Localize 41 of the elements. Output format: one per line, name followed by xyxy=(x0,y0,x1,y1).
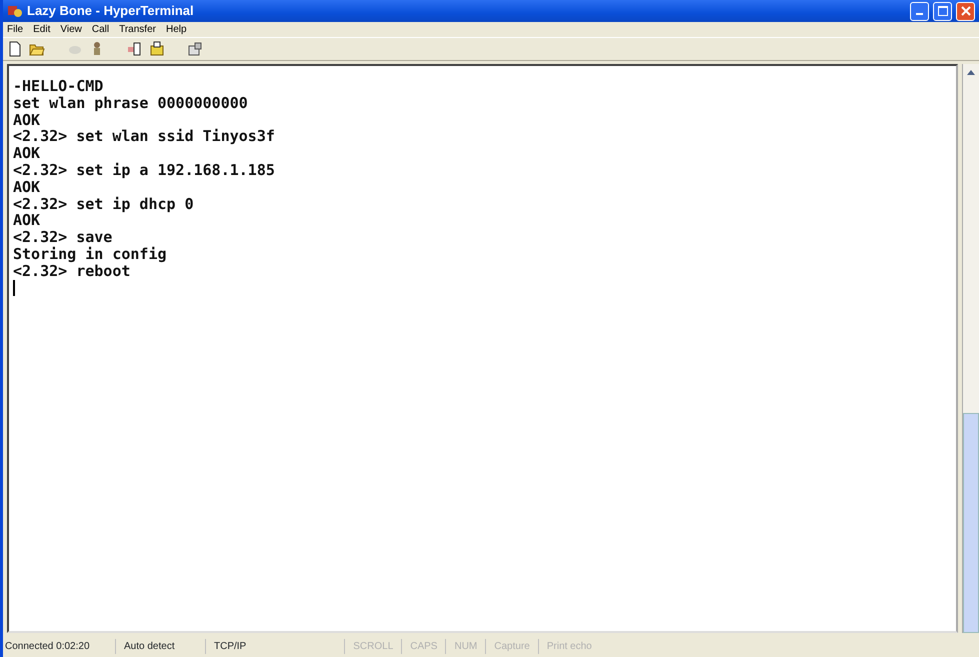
minimize-button[interactable] xyxy=(910,2,929,20)
status-field: Connected 0:02:20 xyxy=(5,638,115,654)
document-icon[interactable] xyxy=(7,41,23,57)
menu-item[interactable]: Edit xyxy=(33,22,50,37)
maximize-icon xyxy=(938,6,948,16)
menu-item[interactable]: Transfer xyxy=(119,22,156,37)
terminal-pane[interactable]: -HELLO-CMD set wlan phrase 0000000000 AOK <2.32> set wlan ssid Tinyos3f AOK <2.32> set ip a 192.168.1.185 AOK <2.32> set ip dhcp 0 AOK <2.32> save Storing in config <2.32> reboot xyxy=(7,64,958,633)
app-icon xyxy=(7,4,23,18)
status-field: SCROLL xyxy=(344,638,402,654)
status-field: CAPS xyxy=(401,638,446,654)
terminal-line: <2.32> set wlan ssid Tinyos3f xyxy=(13,128,276,146)
status-field: Auto detect xyxy=(115,638,205,654)
terminal-line: <2.32> set ip a 192.168.1.185 xyxy=(13,162,276,179)
status-field: NUM xyxy=(445,638,486,654)
close-button[interactable] xyxy=(956,2,975,20)
status-field: Print echo xyxy=(538,638,600,654)
terminal-line: Storing in config xyxy=(13,246,168,263)
menu-item[interactable]: Help xyxy=(166,22,187,37)
scroll-up-icon[interactable] xyxy=(967,70,975,75)
menu-item[interactable]: File xyxy=(7,22,24,37)
status-field: Capture xyxy=(485,638,538,654)
terminal-line: <2.32> set ip dhcp 0 xyxy=(13,196,195,212)
terminal-line: AOK xyxy=(13,212,42,230)
document-icon[interactable] xyxy=(127,41,143,57)
scrollbar[interactable] xyxy=(962,64,979,633)
terminal-line: AOK xyxy=(13,178,42,196)
window-title: Lazy Bone - HyperTerminal xyxy=(27,2,194,20)
menu-item[interactable]: View xyxy=(60,22,82,37)
terminal-line: -HELLO-CMD xyxy=(13,78,104,95)
status-field: TCP/IP xyxy=(205,638,254,654)
terminal-line: AOK xyxy=(13,145,42,162)
terminal-line: set wlan phrase 0000000000 xyxy=(13,94,249,112)
text-cursor xyxy=(13,280,15,296)
window-icon[interactable] xyxy=(187,41,203,57)
terminal-line: <2.32> save xyxy=(13,229,114,246)
terminal-line: <2.32> reboot xyxy=(13,262,130,280)
terminal-line: AOK xyxy=(13,112,42,128)
folder-icon[interactable] xyxy=(149,41,165,57)
close-icon xyxy=(960,6,970,16)
menu-item[interactable]: Call xyxy=(92,22,110,37)
maximize-button[interactable] xyxy=(933,2,952,20)
